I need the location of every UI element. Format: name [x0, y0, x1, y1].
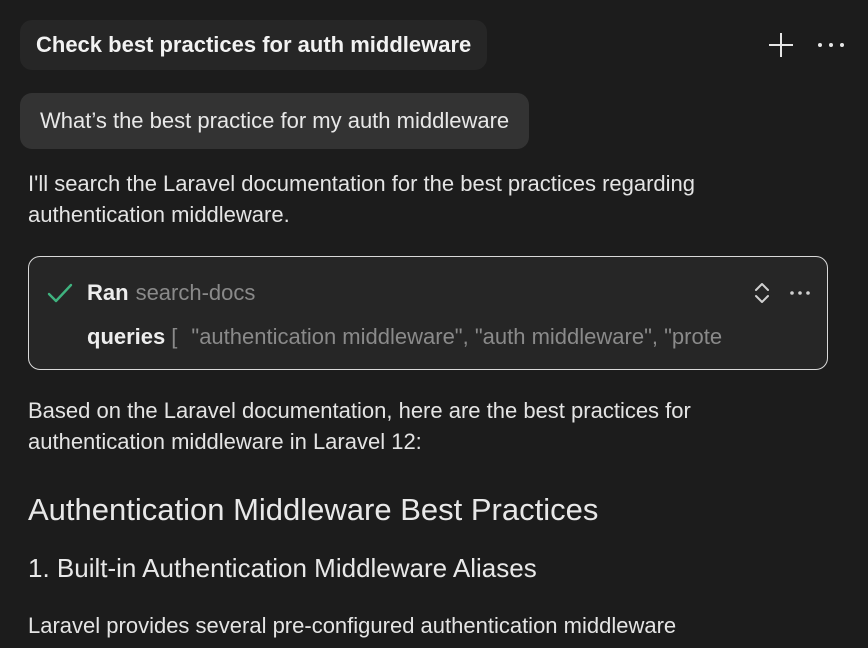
tool-more-icon[interactable] — [789, 290, 811, 296]
conversation-title[interactable]: Check best practices for auth middleware — [20, 20, 488, 70]
expand-collapse-icon[interactable] — [753, 279, 771, 307]
conversation-title-text: Check best practices for auth middleware — [36, 32, 472, 57]
new-chat-button[interactable] — [766, 28, 796, 62]
tool-name: search-docs — [135, 280, 256, 305]
user-message-text: What’s the best practice for my auth mid… — [40, 108, 510, 133]
tool-call-header: Ran search-docs — [45, 277, 811, 309]
check-icon — [47, 283, 73, 303]
header-actions — [766, 28, 846, 62]
tool-card-actions — [753, 277, 811, 309]
param-label: queries — [87, 324, 166, 349]
user-message: What’s the best practice for my auth mid… — [20, 93, 530, 149]
assistant-intro-text: I'll search the Laravel documentation fo… — [28, 171, 696, 227]
chat-panel: Check best practices for auth middleware… — [0, 0, 868, 648]
ellipsis-icon — [818, 43, 844, 47]
heading-main: Authentication Middleware Best Practices — [28, 492, 599, 527]
assistant-summary-text: Based on the Laravel documentation, here… — [28, 398, 691, 454]
more-options-button[interactable] — [816, 28, 846, 62]
tool-params: queries [ "authentication middleware", "… — [87, 321, 817, 353]
plus-icon — [769, 33, 793, 57]
section-text: Laravel provides several pre-configured … — [28, 613, 677, 638]
heading-section: 1. Built-in Authentication Middleware Al… — [28, 553, 537, 583]
param-open-bracket: [ — [171, 324, 178, 349]
tool-call-card[interactable]: Ran search-docs queries [ "authenticatio… — [28, 256, 828, 370]
param-values: "authentication middleware", "auth middl… — [191, 324, 723, 349]
tool-status-label: Ran — [87, 280, 129, 305]
